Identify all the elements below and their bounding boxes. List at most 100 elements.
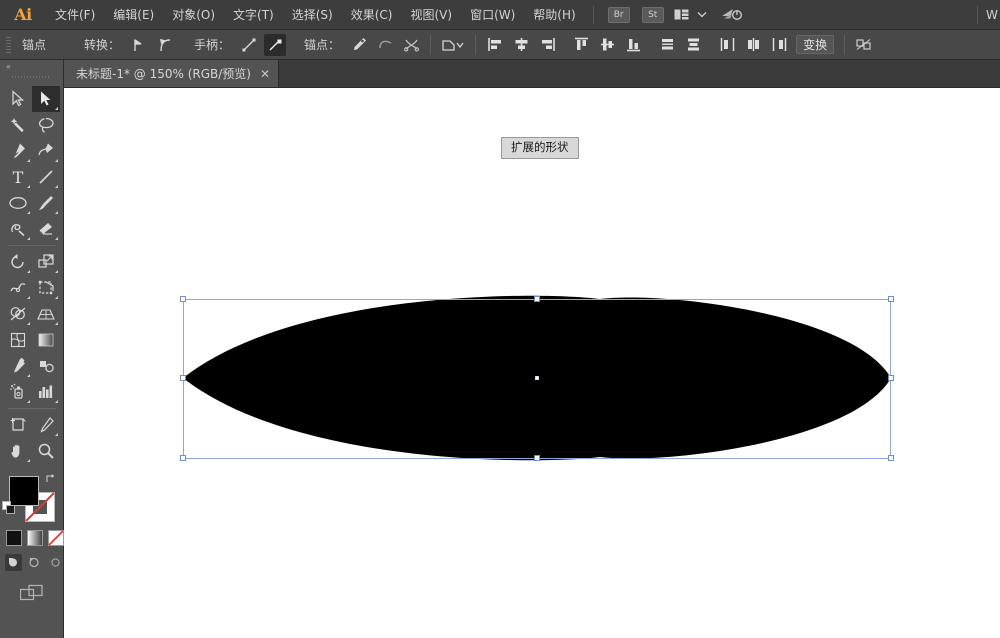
collapse-panel-icon[interactable]: «: [6, 62, 10, 71]
chevron-down-icon[interactable]: [697, 11, 707, 18]
change-screen-mode-icon[interactable]: [20, 584, 46, 606]
menu-help[interactable]: 帮助(H): [524, 0, 584, 30]
ellipse-tool[interactable]: [4, 190, 32, 216]
menu-edit[interactable]: 编辑(E): [104, 0, 163, 30]
arrange-documents-icon[interactable]: [674, 9, 689, 20]
menu-select[interactable]: 选择(S): [283, 0, 342, 30]
hand-tool[interactable]: [4, 438, 32, 464]
align-left-icon[interactable]: [484, 34, 506, 56]
gradient-mode[interactable]: [27, 530, 43, 546]
mesh-tool[interactable]: [4, 327, 32, 353]
menu-file[interactable]: 文件(F): [46, 0, 104, 30]
convert-to-smooth-icon[interactable]: [154, 34, 176, 56]
workspace-switcher[interactable]: W: [986, 0, 1000, 30]
stock-button[interactable]: St: [642, 7, 664, 23]
menu-effect[interactable]: 效果(C): [342, 0, 402, 30]
illustrator-window: Ai 文件(F) 编辑(E) 对象(O) 文字(T) 选择(S) 效果(C) 视…: [0, 0, 1000, 638]
tool-flyout-indicator: [27, 400, 30, 403]
none-mode[interactable]: [48, 530, 64, 546]
align-horizontal-center-icon[interactable]: [510, 34, 532, 56]
cloud-sync-icon[interactable]: [721, 7, 743, 23]
control-divider-1: [430, 35, 431, 55]
tools-panel: «: [0, 60, 64, 638]
bridge-button[interactable]: Br: [608, 7, 630, 23]
connect-anchor-icon[interactable]: [374, 34, 396, 56]
convert-to-corner-icon[interactable]: [128, 34, 150, 56]
perspective-grid-tool[interactable]: [32, 301, 60, 327]
distribute-vertical-center-icon[interactable]: [682, 34, 704, 56]
slice-tool[interactable]: [32, 412, 60, 438]
shape-builder-tool[interactable]: [4, 301, 32, 327]
anchor-label: 锚点：: [298, 36, 346, 53]
pen-tool[interactable]: [4, 138, 32, 164]
default-fill-stroke-icon[interactable]: [2, 500, 16, 519]
tool-flyout-indicator: [55, 322, 58, 325]
transform-button[interactable]: 变换: [796, 35, 834, 54]
type-tool[interactable]: T: [4, 164, 32, 190]
rotate-tool[interactable]: [4, 249, 32, 275]
align-vertical-center-icon[interactable]: [596, 34, 618, 56]
draw-normal-mode[interactable]: [5, 554, 22, 571]
gradient-tool[interactable]: [32, 327, 60, 353]
tools-grid: T: [0, 84, 64, 464]
draw-behind-mode[interactable]: [26, 554, 43, 571]
color-controls: [0, 470, 64, 620]
distribute-horizontal-center-icon[interactable]: [742, 34, 764, 56]
tool-flyout-indicator: [27, 211, 30, 214]
app-logo: Ai: [0, 0, 46, 30]
distribute-horizontal-right-icon[interactable]: [768, 34, 790, 56]
menu-type[interactable]: 文字(T): [224, 0, 283, 30]
menu-view[interactable]: 视图(V): [401, 0, 461, 30]
symbol-sprayer-tool[interactable]: [4, 379, 32, 405]
draw-inside-mode[interactable]: [47, 554, 64, 571]
handles-label: 手柄：: [188, 36, 236, 53]
show-handles-icon[interactable]: [238, 34, 260, 56]
control-bar: 锚点 转换： 手柄：: [0, 30, 1000, 60]
tool-flyout-indicator: [55, 159, 58, 162]
tools-divider-1: [8, 245, 56, 246]
color-swatch-mode[interactable]: [6, 530, 22, 546]
artboard-canvas[interactable]: 扩展的形状: [64, 88, 1000, 638]
document-tab[interactable]: 未标题-1* @ 150% (RGB/预览) ✕: [64, 60, 279, 87]
tool-flyout-indicator: [55, 400, 58, 403]
curvature-tool[interactable]: [32, 138, 60, 164]
cut-path-icon[interactable]: [400, 34, 422, 56]
hide-handles-icon[interactable]: [264, 34, 286, 56]
align-top-icon[interactable]: [570, 34, 592, 56]
control-bar-grip[interactable]: [6, 37, 11, 53]
blend-tool[interactable]: [32, 353, 60, 379]
workspace-divider: [977, 6, 978, 24]
artboard-tool[interactable]: [4, 412, 32, 438]
control-divider-2: [475, 35, 476, 55]
isolate-selected-object-icon[interactable]: [439, 34, 467, 56]
shaper-tool[interactable]: [4, 216, 32, 242]
swap-fill-stroke-icon[interactable]: [45, 473, 57, 488]
align-bottom-icon[interactable]: [622, 34, 644, 56]
tool-flyout-indicator: [55, 211, 58, 214]
artwork-layer: [64, 88, 1000, 638]
selection-tool[interactable]: [4, 86, 32, 112]
distribute-horizontal-left-icon[interactable]: [716, 34, 738, 56]
menu-window[interactable]: 窗口(W): [461, 0, 524, 30]
width-tool[interactable]: [4, 275, 32, 301]
remove-anchor-icon[interactable]: [348, 34, 370, 56]
paintbrush-tool[interactable]: [32, 190, 60, 216]
eyedropper-tool[interactable]: [4, 353, 32, 379]
eraser-tool[interactable]: [32, 216, 60, 242]
tool-flyout-indicator: [27, 459, 30, 462]
tools-panel-grip[interactable]: [12, 73, 51, 81]
distribute-vertical-top-icon[interactable]: [656, 34, 678, 56]
shape-builder-icon[interactable]: [853, 34, 875, 56]
column-graph-tool[interactable]: [32, 379, 60, 405]
zoom-tool[interactable]: [32, 438, 60, 464]
lasso-tool[interactable]: [32, 112, 60, 138]
menu-object[interactable]: 对象(O): [163, 0, 224, 30]
scale-tool[interactable]: [32, 249, 60, 275]
direct-selection-tool[interactable]: [32, 86, 60, 112]
close-icon[interactable]: ✕: [260, 67, 270, 81]
free-transform-tool[interactable]: [32, 275, 60, 301]
magic-wand-tool[interactable]: [4, 112, 32, 138]
align-right-icon[interactable]: [536, 34, 558, 56]
line-segment-tool[interactable]: [32, 164, 60, 190]
tool-flyout-indicator: [55, 185, 58, 188]
